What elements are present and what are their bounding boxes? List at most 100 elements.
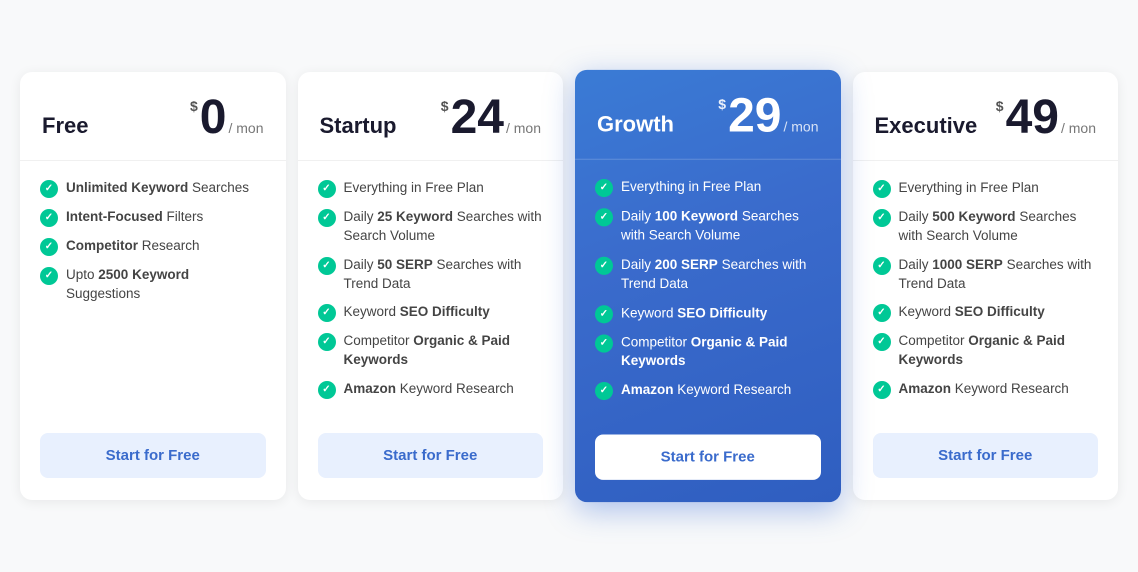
feature-item: Competitor Organic & Paid Keywords <box>318 332 544 370</box>
check-icon <box>40 238 58 256</box>
feature-item: Upto 2500 Keyword Suggestions <box>40 266 266 304</box>
feature-item: Daily 1000 SERP Searches with Trend Data <box>873 256 1099 294</box>
check-icon <box>318 304 336 322</box>
feature-item: Daily 50 SERP Searches with Trend Data <box>318 256 544 294</box>
plan-period-executive: / mon <box>1061 120 1096 136</box>
feature-text: Daily 100 Keyword Searches with Search V… <box>621 207 821 245</box>
feature-text: Amazon Keyword Research <box>621 381 791 400</box>
feature-text: Keyword SEO Difficulty <box>621 304 767 323</box>
check-icon <box>873 304 891 322</box>
feature-text: Competitor Research <box>66 237 200 256</box>
start-button-growth[interactable]: Start for Free <box>595 435 821 480</box>
plan-name-startup: Startup <box>320 113 397 139</box>
plan-price-free: 0 <box>200 94 227 142</box>
check-icon <box>318 333 336 351</box>
plan-features-startup: Everything in Free Plan Daily 25 Keyword … <box>298 161 564 417</box>
plan-header-startup: Startup $24/ mon <box>298 72 564 161</box>
plan-currency-free: $ <box>190 98 198 114</box>
check-icon <box>873 333 891 351</box>
feature-item: Keyword SEO Difficulty <box>318 303 544 322</box>
feature-item: Daily 200 SERP Searches with Trend Data <box>595 255 821 293</box>
check-icon <box>318 381 336 399</box>
feature-text: Competitor Organic & Paid Keywords <box>899 332 1099 370</box>
check-icon <box>318 209 336 227</box>
plan-price-startup: 24 <box>451 94 504 142</box>
plan-card-free: Free $0/ mon Unlimited Keyword Searches Int… <box>20 72 286 500</box>
plan-price-wrap-executive: $49/ mon <box>996 94 1096 142</box>
feature-item: Amazon Keyword Research <box>873 380 1099 399</box>
feature-item: Amazon Keyword Research <box>318 380 544 399</box>
plan-period-startup: / mon <box>506 120 541 136</box>
check-icon <box>40 267 58 285</box>
pricing-section: Free$0/ monUnlimited Keyword SearchesInt… <box>0 52 1138 520</box>
plan-price-wrap-growth: $29/ mon <box>718 92 818 140</box>
plan-name-growth: Growth <box>597 111 674 137</box>
feature-text: Daily 500 Keyword Searches with Search V… <box>899 208 1099 246</box>
feature-text: Daily 25 Keyword Searches with Search Vo… <box>344 208 544 246</box>
feature-text: Competitor Organic & Paid Keywords <box>621 333 821 371</box>
plan-card-executive: Executive $49/ mon Everything in Free Plan… <box>853 72 1119 500</box>
feature-text: Keyword SEO Difficulty <box>899 303 1045 322</box>
plan-price-executive: 49 <box>1006 94 1059 142</box>
feature-text: Amazon Keyword Research <box>899 380 1069 399</box>
plan-header-free: Free $0/ mon <box>20 72 286 161</box>
plan-period-growth: / mon <box>783 118 818 134</box>
plan-card-growth: Growth $29/ mon Everything in Free Plan Dai… <box>575 70 841 503</box>
feature-text: Everything in Free Plan <box>344 179 484 198</box>
check-icon <box>873 381 891 399</box>
feature-text: Keyword SEO Difficulty <box>344 303 490 322</box>
plan-footer-free: Start for Free <box>20 417 286 500</box>
plan-price-growth: 29 <box>728 92 781 140</box>
check-icon <box>40 209 58 227</box>
check-icon <box>595 382 613 400</box>
start-button-free[interactable]: Start for Free <box>40 433 266 478</box>
plan-footer-executive: Start for Free <box>853 417 1119 500</box>
check-icon <box>318 180 336 198</box>
plan-currency-executive: $ <box>996 98 1004 114</box>
feature-text: Upto 2500 Keyword Suggestions <box>66 266 266 304</box>
plan-currency-growth: $ <box>718 96 726 112</box>
feature-item: Daily 100 Keyword Searches with Search V… <box>595 207 821 245</box>
plan-price-wrap-startup: $24/ mon <box>441 94 541 142</box>
check-icon <box>595 334 613 352</box>
feature-item: Everything in Free Plan <box>318 179 544 198</box>
feature-item: Competitor Research <box>40 237 266 256</box>
plan-footer-startup: Start for Free <box>298 417 564 500</box>
feature-text: Daily 1000 SERP Searches with Trend Data <box>899 256 1099 294</box>
check-icon <box>595 208 613 226</box>
plan-period-free: / mon <box>228 120 263 136</box>
feature-text: Intent-Focused Filters <box>66 208 203 227</box>
feature-item: Everything in Free Plan <box>595 178 821 197</box>
feature-item: Daily 500 Keyword Searches with Search V… <box>873 208 1099 246</box>
feature-item: Keyword SEO Difficulty <box>595 304 821 323</box>
check-icon <box>873 209 891 227</box>
feature-text: Daily 200 SERP Searches with Trend Data <box>621 255 821 293</box>
feature-text: Unlimited Keyword Searches <box>66 179 249 198</box>
feature-item: Daily 25 Keyword Searches with Search Vo… <box>318 208 544 246</box>
feature-item: Keyword SEO Difficulty <box>873 303 1099 322</box>
feature-item: Unlimited Keyword Searches <box>40 179 266 198</box>
plan-header-executive: Executive $49/ mon <box>853 72 1119 161</box>
check-icon <box>318 257 336 275</box>
feature-text: Competitor Organic & Paid Keywords <box>344 332 544 370</box>
plan-price-wrap-free: $0/ mon <box>190 94 264 142</box>
feature-item: Everything in Free Plan <box>873 179 1099 198</box>
plan-features-free: Unlimited Keyword Searches Intent-Focused… <box>20 161 286 417</box>
check-icon <box>595 305 613 323</box>
check-icon <box>595 179 613 197</box>
plan-name-free: Free <box>42 113 88 139</box>
feature-text: Everything in Free Plan <box>899 179 1039 198</box>
feature-item: Competitor Organic & Paid Keywords <box>873 332 1099 370</box>
plan-card-startup: Startup $24/ mon Everything in Free Plan Da… <box>298 72 564 500</box>
plan-features-executive: Everything in Free Plan Daily 500 Keyword… <box>853 161 1119 417</box>
plan-features-growth: Everything in Free Plan Daily 100 Keyword… <box>575 160 841 419</box>
check-icon <box>873 257 891 275</box>
start-button-executive[interactable]: Start for Free <box>873 433 1099 478</box>
feature-text: Daily 50 SERP Searches with Trend Data <box>344 256 544 294</box>
check-icon <box>873 180 891 198</box>
plan-name-executive: Executive <box>875 113 978 139</box>
start-button-startup[interactable]: Start for Free <box>318 433 544 478</box>
plan-currency-startup: $ <box>441 98 449 114</box>
feature-item: Amazon Keyword Research <box>595 381 821 400</box>
plan-footer-growth: Start for Free <box>575 418 841 502</box>
